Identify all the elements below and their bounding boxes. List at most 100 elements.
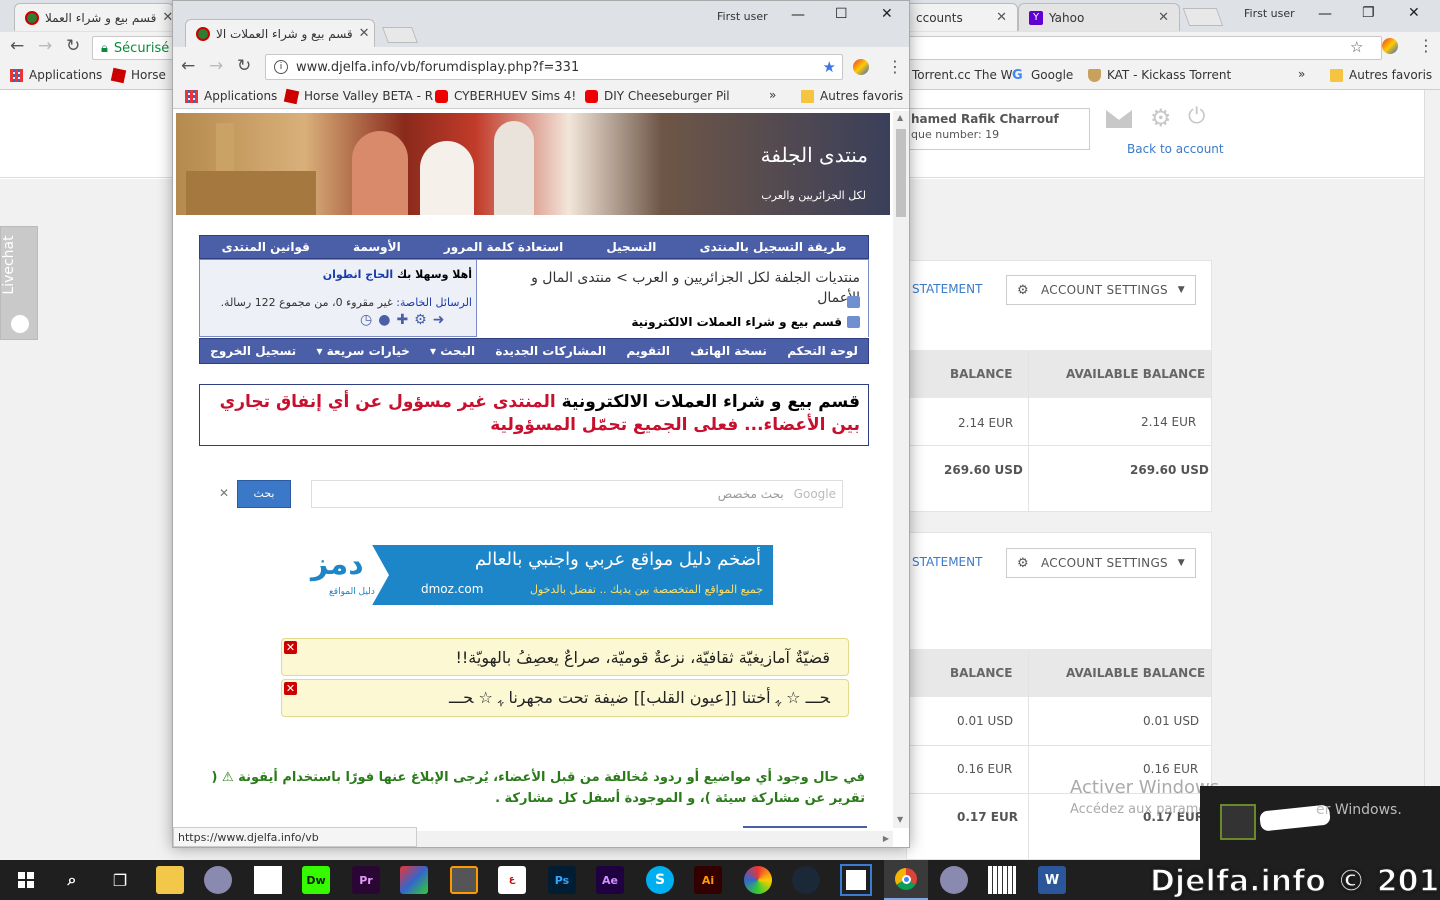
nav-quick-options[interactable]: خيارات سريعة ▾ [316, 344, 409, 358]
nav-calendar[interactable]: التقويم [626, 344, 670, 358]
bm-torrent[interactable]: Torrent.cc The W [912, 68, 1013, 82]
close-window-button[interactable]: ✕ [1408, 5, 1420, 21]
h-scrollbar[interactable]: ▶ [417, 831, 893, 847]
bm-apps[interactable]: Applications [185, 89, 277, 103]
bm-kat[interactable]: KAT - Kickass Torrent [1088, 68, 1231, 82]
notice-bar[interactable]: قضيّةٌ آمازيغيّة ثقافيّة، نزعةٌ قوميّة، … [281, 638, 849, 676]
steam-icon[interactable] [792, 866, 820, 894]
scroll-down-arrow[interactable]: ▼ [897, 815, 903, 824]
new-tab-button[interactable] [1182, 8, 1224, 26]
bm-horse[interactable]: Horse [110, 67, 166, 83]
nav-awards[interactable]: الأوسمة [353, 240, 401, 254]
bm-cyberhuev[interactable]: CYBERHUEV Sims 4! [435, 89, 576, 103]
add-user-icon[interactable]: ✚ [396, 312, 408, 328]
bm-other[interactable]: Autres favoris [801, 89, 903, 103]
close-tab-icon[interactable]: ✕ [1152, 10, 1169, 25]
paint3d-icon[interactable] [400, 866, 428, 894]
nav-logout[interactable]: تسجيل الخروج [210, 344, 296, 358]
statement-link[interactable]: STATEMENT [912, 282, 982, 296]
popup-tab-djelfa[interactable]: قسم بيع و شراء العملات الا ✕ [185, 19, 375, 47]
profile-label[interactable]: First user [717, 10, 768, 23]
gear-icon[interactable]: ⚙ [1150, 104, 1172, 132]
logout-icon[interactable]: ➜ [433, 312, 445, 328]
bm-more[interactable]: » [769, 88, 776, 102]
extension-icon[interactable] [1382, 38, 1398, 54]
nav-rules[interactable]: قوانين المنتدى [222, 240, 310, 254]
bookmark-star-icon[interactable]: ★ [823, 58, 836, 76]
bm-other[interactable]: Autres favoris [1330, 68, 1432, 82]
back-icon[interactable]: ← [181, 58, 195, 75]
nav-mobile[interactable]: نسخة الهاتف [690, 344, 767, 358]
illustrator-icon[interactable]: Ai [694, 866, 722, 894]
notice-bar[interactable]: ﺤـــ ☆ ﮩ أختنا [[عيون القلب]] ضيفة تحت م… [281, 679, 849, 717]
task-view-icon[interactable]: ❐ [106, 866, 134, 894]
search-icon[interactable]: ⌕ [58, 866, 86, 894]
chrome-icon[interactable] [884, 860, 928, 900]
scroll-thumb[interactable] [896, 129, 906, 217]
windows-start-icon[interactable] [12, 866, 40, 894]
close-tab-icon[interactable]: ✕ [353, 26, 370, 41]
store-icon[interactable] [840, 864, 872, 896]
reload-icon[interactable]: ↻ [237, 58, 251, 75]
settings-icon[interactable]: ⚙ [414, 312, 427, 328]
skype-icon[interactable]: S [646, 866, 674, 894]
scroll-up-arrow[interactable]: ▲ [897, 113, 903, 122]
dmoz-ad-banner[interactable]: دمز دليل المواقع أضخم دليل مواقع عربي وا… [305, 545, 773, 605]
scroll-right-arrow[interactable]: ▶ [883, 834, 889, 843]
maximize-button[interactable]: ☐ [835, 6, 848, 22]
account-settings-button[interactable]: ⚙ ACCOUNT SETTINGS ▼ [1006, 548, 1196, 578]
after-effects-icon[interactable]: Ae [596, 866, 624, 894]
minimize-button[interactable]: — [1318, 6, 1332, 22]
photoshop-icon[interactable]: Ps [548, 866, 576, 894]
news-app-icon[interactable]: ع [498, 866, 526, 894]
minimize-button[interactable]: — [791, 7, 805, 23]
nav-search[interactable]: البحث ▾ [430, 344, 475, 358]
close-window-button[interactable]: ✕ [881, 6, 893, 22]
dismiss-icon[interactable]: ✕ [284, 641, 297, 654]
nav-control-panel[interactable]: لوحة التحكم [787, 344, 858, 358]
custom-search-input[interactable]: بحث مخصص Google [311, 480, 843, 508]
menu-icon[interactable]: ⋮ [1418, 36, 1434, 55]
menu-icon[interactable]: ⋮ [887, 57, 903, 76]
pinwheel-app-icon[interactable] [744, 866, 772, 894]
livechat-tab[interactable]: Livechat [0, 226, 38, 340]
restore-button[interactable]: ❐ [1362, 5, 1375, 21]
profile-label[interactable]: First user [1244, 7, 1295, 20]
bm-google[interactable]: G Google [1012, 68, 1073, 82]
welcome-username[interactable]: الحاج انطوان [323, 268, 393, 281]
search-button[interactable]: بحث [237, 480, 291, 508]
chat-icon[interactable]: ● [378, 312, 390, 328]
pm-label[interactable]: الرسائل الخاصة: [396, 296, 472, 309]
clock-icon[interactable]: ◷ [360, 312, 372, 328]
reload-icon[interactable]: ↻ [66, 38, 80, 55]
statement-link[interactable]: STATEMENT [912, 555, 982, 569]
back-to-account-link[interactable]: Back to account [1127, 142, 1224, 156]
file-explorer-icon[interactable] [156, 866, 184, 894]
power-icon[interactable]: ⏻ [1188, 104, 1205, 129]
search-clear-icon[interactable]: ✕ [219, 486, 229, 500]
forward-icon[interactable]: → [38, 38, 52, 55]
back-icon[interactable]: ← [10, 38, 24, 55]
bg-tab-yahoo[interactable]: Y Yahoo ✕ [1018, 3, 1180, 31]
nav-register-howto[interactable]: طريقة التسجيل بالمنتدى [700, 240, 847, 254]
calculator-icon[interactable] [988, 866, 1016, 894]
extension-icon[interactable] [853, 59, 869, 75]
bm-apps[interactable]: Applications [10, 68, 102, 82]
nav-register[interactable]: التسجيل [606, 240, 656, 254]
paint-icon[interactable] [204, 866, 232, 894]
nav-new-posts[interactable]: المشاركات الجديدة [495, 344, 606, 358]
dreamweaver-icon[interactable]: Dw [302, 866, 330, 894]
close-tab-icon[interactable]: ✕ [156, 10, 173, 25]
popup-address-bar[interactable]: i www.djelfa.info/vb/forumdisplay.php?f=… [265, 54, 843, 80]
bg-tab-djelfa[interactable]: قسم بيع و شراء العملا ✕ [14, 3, 174, 31]
bm-diy[interactable]: DIY Cheeseburger Pil [585, 89, 730, 103]
dismiss-icon[interactable]: ✕ [284, 682, 297, 695]
premiere-icon[interactable]: Pr [352, 866, 380, 894]
breadcrumb[interactable]: منتديات الجلفة لكل الجزائريين و العرب > … [490, 268, 860, 308]
nav-recover-password[interactable]: استعادة كلمة المرور [444, 240, 563, 254]
word-icon[interactable]: W [1038, 866, 1066, 894]
new-tab-button[interactable] [382, 27, 418, 43]
paint-brush-icon[interactable] [940, 866, 968, 894]
forward-icon[interactable]: → [209, 58, 223, 75]
scrollbar-track[interactable] [1424, 90, 1440, 860]
